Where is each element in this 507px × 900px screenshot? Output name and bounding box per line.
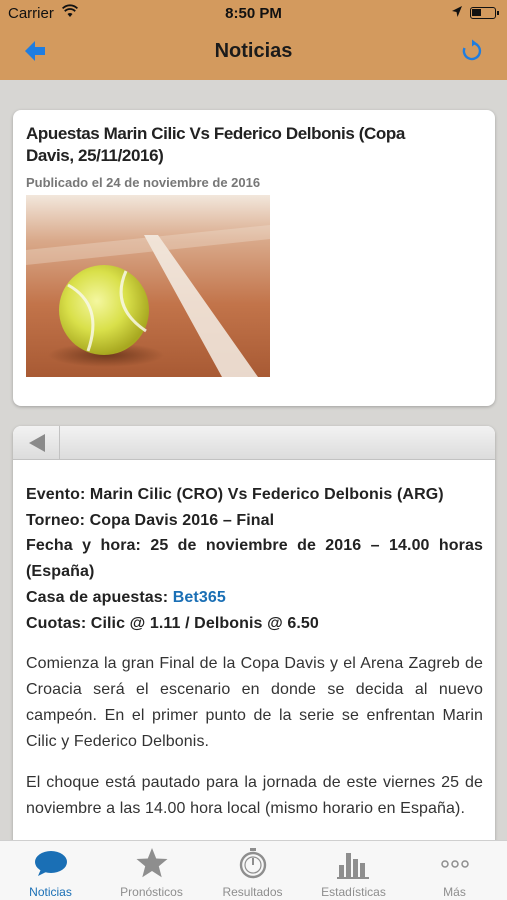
tab-bar: Noticias Pronósticos Resultados Estadíst… <box>0 840 507 900</box>
tab-pronosticos[interactable]: Pronósticos <box>101 841 202 900</box>
bookmaker-link[interactable]: Bet365 <box>173 589 226 606</box>
date-line: Fecha y hora: 25 de noviembre de 2016 – … <box>26 537 483 555</box>
tournament-line: Torneo: Copa Davis 2016 – Final <box>26 511 275 529</box>
bet-info: Evento: Marin Cilic (CRO) Vs Federico De… <box>26 482 483 636</box>
battery-icon <box>470 7 499 19</box>
status-bar: Carrier 8:50 PM <box>0 0 507 28</box>
location-arrow-icon <box>452 6 462 17</box>
tab-noticias[interactable]: Noticias <box>0 841 101 900</box>
article-body: Evento: Marin Cilic (CRO) Vs Federico De… <box>26 482 483 822</box>
tab-label: Estadísticas <box>321 885 386 899</box>
stopwatch-icon <box>239 848 267 879</box>
tab-label: Noticias <box>29 885 72 899</box>
more-dots-icon <box>441 860 469 868</box>
article-detail-card: Evento: Marin Cilic (CRO) Vs Federico De… <box>13 426 495 840</box>
bar-chart-icon <box>337 853 369 879</box>
bookmaker-label: Casa de apuestas: <box>26 588 173 606</box>
article-title: Apuestas Marin Cilic Vs Federico Delboni… <box>26 124 405 165</box>
tab-label: Más <box>443 885 466 899</box>
tab-estadisticas[interactable]: Estadísticas <box>303 841 404 900</box>
tab-resultados[interactable]: Resultados <box>202 841 303 900</box>
event-line: Evento: Marin Cilic (CRO) Vs Federico De… <box>26 486 444 503</box>
news-content[interactable]: Apuestas Marin Cilic Vs Federico Delboni… <box>0 80 507 840</box>
article-card[interactable]: Apuestas Marin Cilic Vs Federico Delboni… <box>13 110 495 406</box>
refresh-icon[interactable] <box>460 39 484 63</box>
tab-mas[interactable]: Más <box>404 841 505 900</box>
status-time: 8:50 PM <box>225 5 282 22</box>
detail-back-button[interactable] <box>13 426 60 460</box>
speech-bubble-icon <box>35 851 67 876</box>
article-paragraph: El choque está pautado para la jornada d… <box>26 774 483 818</box>
star-icon <box>136 848 168 878</box>
navigation-bar: Carrier 8:50 PM Noticias <box>0 0 507 80</box>
article-date: Publicado el 24 de noviembre de 2016 <box>26 175 261 190</box>
tab-label: Pronósticos <box>120 885 183 899</box>
page-title: Noticias <box>214 40 293 62</box>
article-paragraph: Comienza la gran Final de la Copa Davis … <box>26 655 483 751</box>
odds-line: Cuotas: Cilic @ 1.11 / Delbonis @ 6.50 <box>26 614 319 632</box>
bookmaker-line: Casa de apuestas: Bet365 <box>26 585 483 611</box>
tab-label: Resultados <box>222 885 283 899</box>
date-line-2: (España) <box>26 563 95 581</box>
detail-toolbar <box>13 426 495 460</box>
tennis-ball-image <box>26 195 270 377</box>
left-triangle-icon <box>29 434 45 452</box>
